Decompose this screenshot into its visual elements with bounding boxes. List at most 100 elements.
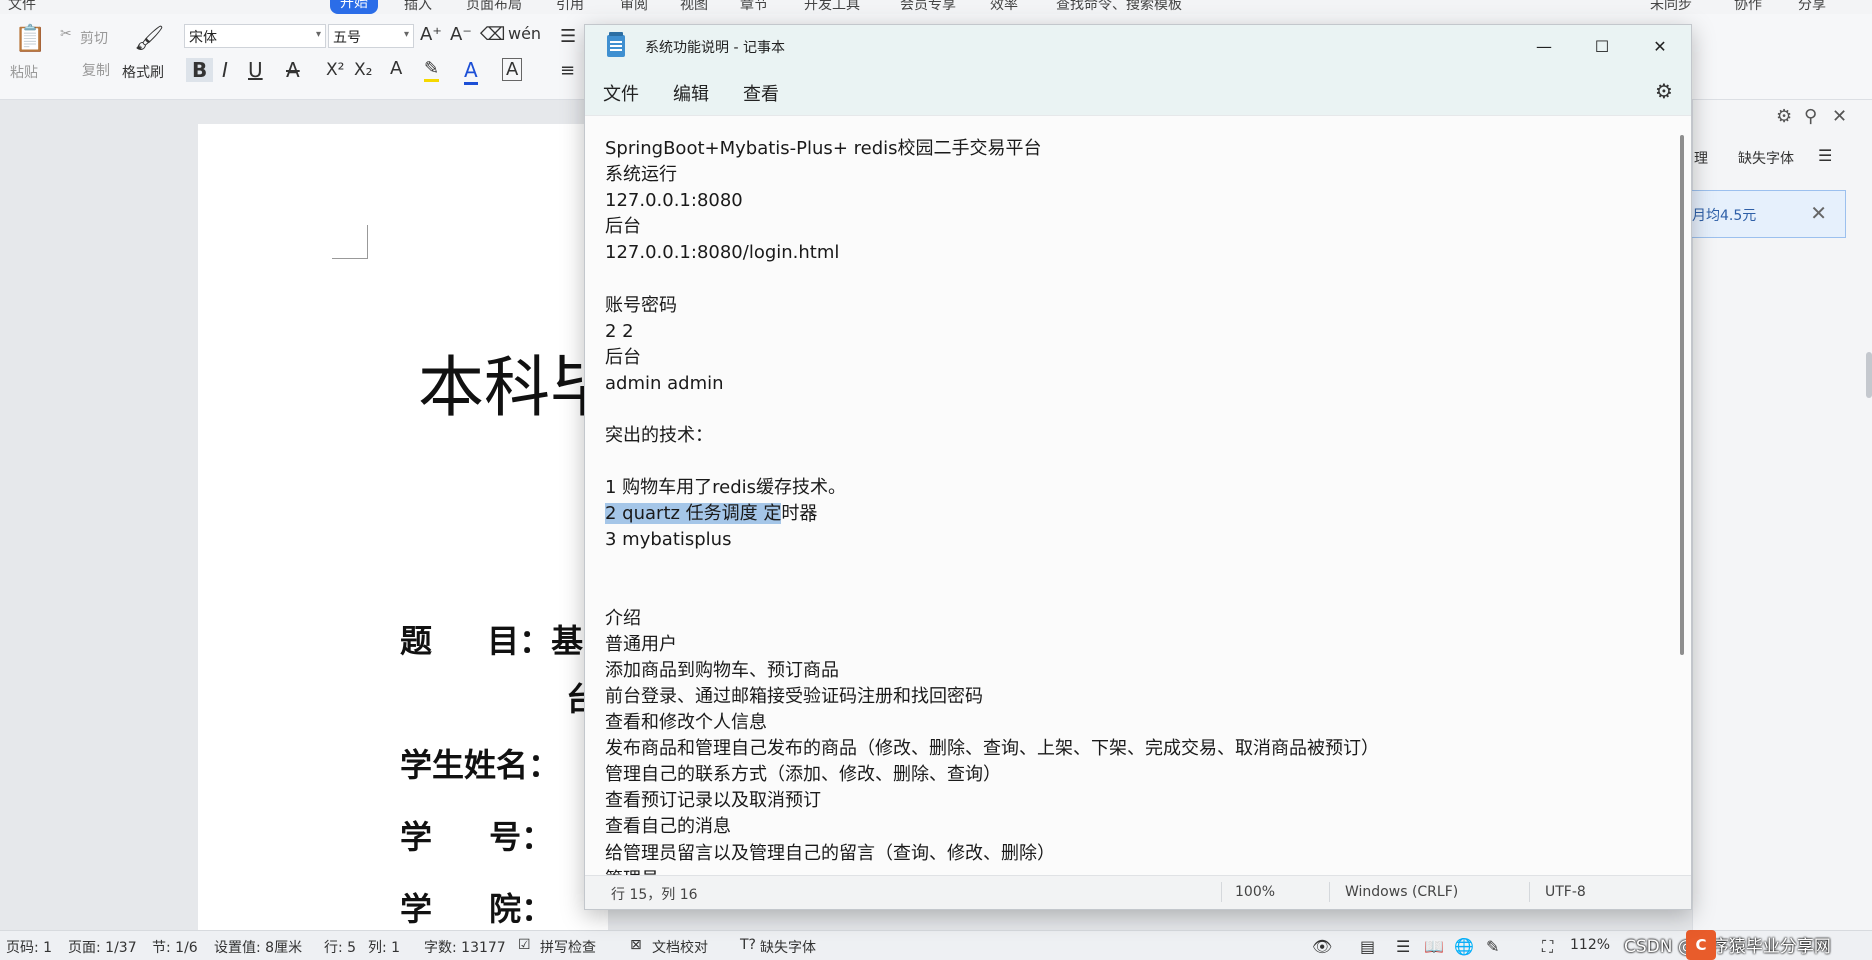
text-line[interactable]: 后台 bbox=[605, 345, 1665, 371]
format-painter-icon[interactable]: 🖌 bbox=[134, 24, 164, 52]
wps-tab-view[interactable]: 视图 bbox=[680, 0, 708, 14]
doc-proof-button[interactable]: 文档校对 bbox=[652, 937, 708, 957]
text-line[interactable]: 查看自己的消息 bbox=[605, 814, 1665, 840]
italic-button[interactable]: I bbox=[222, 58, 228, 82]
text-line[interactable]: 1 购物车用了redis缓存技术。 bbox=[605, 475, 1665, 501]
copy-button[interactable]: 复制 bbox=[82, 60, 110, 80]
text-line[interactable] bbox=[605, 266, 1665, 292]
document-scrollbar[interactable] bbox=[1866, 352, 1872, 398]
text-line[interactable]: SpringBoot+Mybatis-Plus+ redis校园二手交易平台 bbox=[605, 136, 1665, 162]
right-panel-tab-missing-fonts[interactable]: 缺失字体 bbox=[1738, 148, 1794, 168]
text-line[interactable]: 发布商品和管理自己发布的商品（修改、删除、查询、上架、下架、完成交易、取消商品被… bbox=[605, 736, 1665, 762]
text-line[interactable]: 账号密码 bbox=[605, 293, 1665, 319]
wps-sync-status[interactable]: 未同步 bbox=[1650, 0, 1692, 14]
text-line[interactable]: 查看预订记录以及取消预订 bbox=[605, 788, 1665, 814]
selected-text[interactable]: 2 quartz 任务调度 定 bbox=[605, 503, 782, 525]
pin-icon[interactable]: ⚲ bbox=[1804, 106, 1817, 127]
bullet-list-icon[interactable]: ☰ bbox=[560, 26, 576, 47]
wps-tab-insert[interactable]: 插入 bbox=[404, 0, 432, 14]
maximize-button[interactable]: ☐ bbox=[1573, 25, 1631, 69]
paste-icon[interactable]: 📋 bbox=[14, 24, 46, 54]
text-line[interactable]: 系统运行 bbox=[605, 162, 1665, 188]
minimize-button[interactable]: — bbox=[1515, 25, 1573, 69]
superscript-button[interactable]: X² bbox=[326, 60, 344, 80]
bold-button[interactable]: B bbox=[186, 58, 214, 82]
text-line[interactable]: 2 quartz 任务调度 定时器 bbox=[605, 501, 1665, 527]
wps-tab-home[interactable]: 开始 bbox=[330, 0, 378, 14]
shrink-font-icon[interactable]: A⁻ bbox=[450, 24, 472, 45]
text-line[interactable]: 普通用户 bbox=[605, 632, 1665, 658]
web-view-icon[interactable]: 🌐 bbox=[1454, 937, 1474, 956]
wps-tab-efficiency[interactable]: 效率 bbox=[990, 0, 1018, 14]
close-icon[interactable]: ✕ bbox=[1832, 106, 1847, 127]
text-line[interactable]: admin admin bbox=[605, 371, 1665, 397]
wps-tab-reference[interactable]: 引用 bbox=[556, 0, 584, 14]
wps-collab-button[interactable]: 协作 bbox=[1734, 0, 1762, 14]
text-line[interactable] bbox=[605, 580, 1665, 606]
wps-menu-file[interactable]: 文件 bbox=[8, 0, 36, 14]
underline-button[interactable]: U bbox=[248, 58, 263, 82]
font-size-select[interactable]: 五号 ▾ bbox=[328, 24, 414, 48]
cut-button[interactable]: 剪切 bbox=[80, 28, 108, 48]
menu-file[interactable]: 文件 bbox=[603, 80, 639, 106]
close-button[interactable]: ✕ bbox=[1631, 25, 1689, 69]
pen-icon[interactable]: ✎ bbox=[1486, 937, 1499, 956]
wps-tab-member[interactable]: 会员专享 bbox=[900, 0, 956, 14]
gear-icon[interactable]: ⚙ bbox=[1655, 79, 1673, 103]
text-editor[interactable]: SpringBoot+Mybatis-Plus+ redis校园二手交易平台 系统… bbox=[585, 115, 1691, 899]
text-line[interactable]: 突出的技术： bbox=[605, 423, 1665, 449]
right-panel-tab-partial[interactable]: 理 bbox=[1694, 148, 1708, 168]
menu-icon[interactable]: ☰ bbox=[1818, 146, 1832, 165]
text-line[interactable]: 2 2 bbox=[605, 319, 1665, 345]
phonetic-icon[interactable]: wén bbox=[508, 24, 541, 43]
paste-button[interactable]: 粘贴 bbox=[10, 62, 38, 82]
text-line[interactable]: 后台 bbox=[605, 214, 1665, 240]
status-word-count[interactable]: 字数: 13177 bbox=[424, 937, 506, 957]
text-line[interactable]: 查看和修改个人信息 bbox=[605, 710, 1665, 736]
grow-font-icon[interactable]: A⁺ bbox=[420, 24, 442, 45]
wps-tab-developer[interactable]: 开发工具 bbox=[804, 0, 860, 14]
text-line[interactable]: 介绍 bbox=[605, 606, 1665, 632]
wps-command-search[interactable]: 查找命令、搜索模板 bbox=[1056, 0, 1182, 14]
member-notice-card[interactable]: 月均4.5元 ✕ bbox=[1692, 190, 1846, 238]
outline-view-icon[interactable]: ☰ bbox=[1396, 937, 1410, 956]
editor-text[interactable]: SpringBoot+Mybatis-Plus+ redis校园二手交易平台 系统… bbox=[605, 136, 1665, 893]
editor-scrollbar[interactable] bbox=[1680, 135, 1684, 655]
text-line[interactable] bbox=[605, 554, 1665, 580]
clear-format-icon[interactable]: ⌫ bbox=[480, 24, 505, 45]
wps-share-button[interactable]: 分享 bbox=[1798, 0, 1826, 14]
zoom-level[interactable]: 112% bbox=[1570, 937, 1610, 953]
reading-view-icon[interactable]: 📖 bbox=[1424, 937, 1444, 956]
font-name-select[interactable]: 宋体 ▾ bbox=[184, 24, 326, 48]
text-line[interactable]: 给管理员留言以及管理自己的留言（查询、修改、删除） bbox=[605, 841, 1665, 867]
missing-fonts-button[interactable]: 缺失字体 bbox=[760, 937, 816, 957]
highlight-icon[interactable]: ✎ bbox=[424, 58, 440, 82]
text-line[interactable]: 127.0.0.1:8080/login.html bbox=[605, 240, 1665, 266]
text-line[interactable] bbox=[605, 449, 1665, 475]
text-effect-icon[interactable]: A bbox=[390, 58, 402, 79]
eye-icon[interactable]: 👁 bbox=[1312, 937, 1332, 956]
close-icon[interactable]: ✕ bbox=[1810, 201, 1827, 225]
text-line[interactable]: 前台登录、通过邮箱接受验证码注册和找回密码 bbox=[605, 684, 1665, 710]
font-color-button[interactable]: A bbox=[464, 58, 478, 85]
menu-view[interactable]: 查看 bbox=[743, 80, 779, 106]
gear-icon[interactable]: ⚙ bbox=[1776, 106, 1792, 127]
format-painter-button[interactable]: 格式刷 bbox=[122, 62, 164, 82]
fit-page-icon[interactable]: ⛶ bbox=[1542, 937, 1553, 957]
strikethrough-icon[interactable]: A bbox=[286, 58, 300, 82]
notepad-titlebar[interactable]: 系统功能说明 - 记事本 — ☐ ✕ bbox=[585, 25, 1691, 69]
subscript-button[interactable]: X₂ bbox=[354, 60, 372, 80]
wps-tab-chapter[interactable]: 章节 bbox=[740, 0, 768, 14]
text-line[interactable] bbox=[605, 397, 1665, 423]
page-view-icon[interactable]: ▤ bbox=[1360, 937, 1375, 956]
spell-check-button[interactable]: 拼写检查 bbox=[540, 937, 596, 957]
align-left-icon[interactable]: ≡ bbox=[560, 60, 575, 81]
text-line[interactable]: 3 mybatisplus bbox=[605, 527, 1665, 553]
status-page[interactable]: 页面: 1/37 bbox=[68, 937, 137, 957]
wps-tab-review[interactable]: 审阅 bbox=[620, 0, 648, 14]
text-line[interactable]: 127.0.0.1:8080 bbox=[605, 188, 1665, 214]
text-line[interactable]: 添加商品到购物车、预订商品 bbox=[605, 658, 1665, 684]
menu-edit[interactable]: 编辑 bbox=[673, 80, 709, 106]
wps-tab-layout[interactable]: 页面布局 bbox=[466, 0, 522, 14]
text-line[interactable]: 管理自己的联系方式（添加、修改、删除、查询） bbox=[605, 762, 1665, 788]
